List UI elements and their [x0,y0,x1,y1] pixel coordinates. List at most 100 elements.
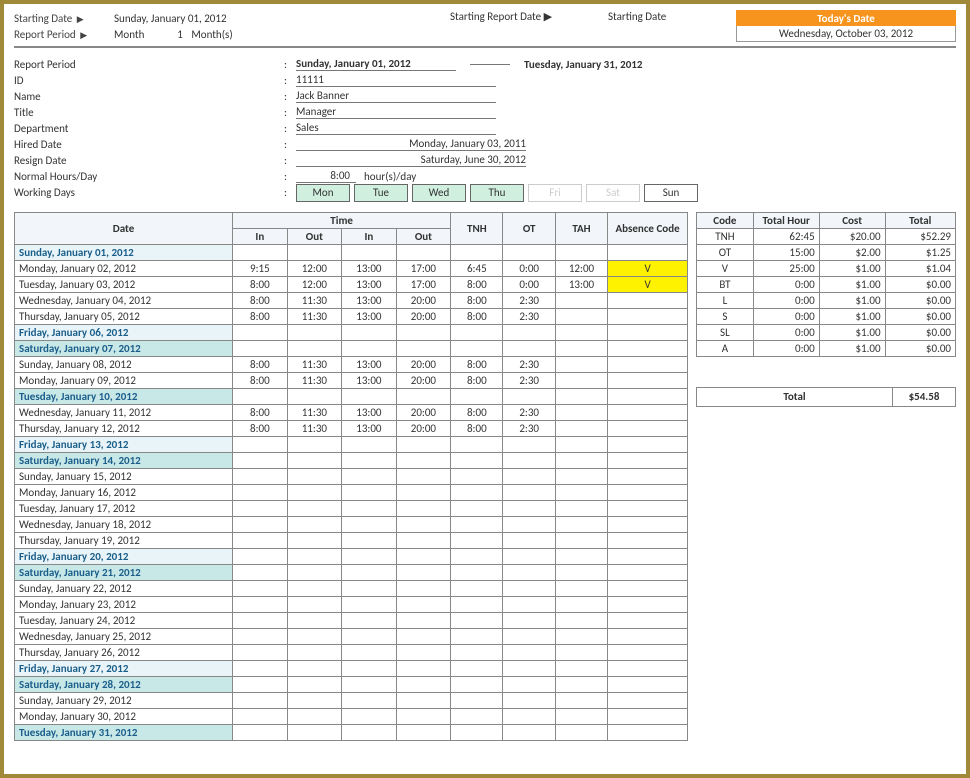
in-cell[interactable] [342,533,397,549]
in-cell[interactable] [342,613,397,629]
ot-cell[interactable] [503,693,555,709]
ot-cell[interactable] [503,645,555,661]
in-cell[interactable]: 13:00 [342,309,397,325]
ot-cell[interactable]: 2:30 [503,309,555,325]
ot-cell[interactable]: 2:30 [503,293,555,309]
in-cell[interactable] [233,485,288,501]
day-mon[interactable]: Mon [296,184,350,202]
absence-code-cell[interactable] [608,309,688,325]
out-cell[interactable] [287,693,342,709]
period-number[interactable]: 1 [153,28,183,41]
tnh-cell[interactable] [451,725,503,741]
tnh-cell[interactable] [451,389,503,405]
out-cell[interactable]: 20:00 [396,293,451,309]
tah-cell[interactable] [555,389,607,405]
absence-code-cell[interactable] [608,501,688,517]
out-cell[interactable]: 11:30 [287,373,342,389]
in-cell[interactable] [342,565,397,581]
in-cell[interactable] [233,613,288,629]
in-cell[interactable]: 13:00 [342,261,397,277]
tah-cell[interactable] [555,533,607,549]
tah-cell[interactable] [555,341,607,357]
meta-id-value[interactable]: 11111 [296,73,496,87]
ot-cell[interactable] [503,533,555,549]
tnh-cell[interactable]: 8:00 [451,277,503,293]
in-cell[interactable] [233,629,288,645]
tah-cell[interactable] [555,469,607,485]
in-cell[interactable] [233,389,288,405]
in-cell[interactable] [233,597,288,613]
tnh-cell[interactable]: 8:00 [451,405,503,421]
tah-cell[interactable] [555,693,607,709]
ot-cell[interactable] [503,677,555,693]
out-cell[interactable] [396,501,451,517]
out-cell[interactable]: 11:30 [287,357,342,373]
tah-cell[interactable] [555,725,607,741]
ot-cell[interactable] [503,485,555,501]
in-cell[interactable] [233,549,288,565]
out-cell[interactable] [396,325,451,341]
out-cell[interactable] [287,245,342,261]
out-cell[interactable] [287,533,342,549]
ot-cell[interactable] [503,437,555,453]
tah-cell[interactable] [555,485,607,501]
out-cell[interactable] [396,533,451,549]
ot-cell[interactable] [503,341,555,357]
tah-cell[interactable]: 13:00 [555,277,607,293]
out-cell[interactable] [396,693,451,709]
ot-cell[interactable]: 0:00 [503,261,555,277]
in-cell[interactable] [233,533,288,549]
in-cell[interactable] [342,469,397,485]
tnh-cell[interactable] [451,629,503,645]
out-cell[interactable] [396,709,451,725]
out-cell[interactable] [396,597,451,613]
day-sun[interactable]: Sun [644,184,698,202]
absence-code-cell[interactable] [608,549,688,565]
out-cell[interactable]: 11:30 [287,293,342,309]
in-cell[interactable] [342,677,397,693]
in-cell[interactable]: 8:00 [233,293,288,309]
out-cell[interactable] [396,245,451,261]
in-cell[interactable] [233,501,288,517]
in-cell[interactable] [342,581,397,597]
out-cell[interactable] [396,341,451,357]
in-cell[interactable] [233,725,288,741]
meta-department-value[interactable]: Sales [296,121,496,135]
in-cell[interactable] [233,677,288,693]
out-cell[interactable] [287,565,342,581]
out-cell[interactable] [396,485,451,501]
ot-cell[interactable] [503,597,555,613]
ot-cell[interactable] [503,661,555,677]
absence-code-cell[interactable] [608,245,688,261]
meta-name-value[interactable]: Jack Banner [296,89,496,103]
tah-cell[interactable] [555,293,607,309]
ot-cell[interactable] [503,469,555,485]
absence-code-cell[interactable] [608,389,688,405]
out-cell[interactable] [287,677,342,693]
in-cell[interactable]: 8:00 [233,309,288,325]
tah-cell[interactable] [555,629,607,645]
in-cell[interactable]: 8:00 [233,373,288,389]
out-cell[interactable] [287,549,342,565]
absence-code-cell[interactable] [608,405,688,421]
tah-cell[interactable] [555,565,607,581]
in-cell[interactable]: 8:00 [233,277,288,293]
absence-code-cell[interactable] [608,565,688,581]
in-cell[interactable] [342,517,397,533]
out-cell[interactable]: 11:30 [287,421,342,437]
tnh-cell[interactable]: 8:00 [451,357,503,373]
out-cell[interactable] [396,661,451,677]
out-cell[interactable] [396,437,451,453]
in-cell[interactable] [342,597,397,613]
out-cell[interactable] [287,341,342,357]
tnh-cell[interactable]: 8:00 [451,373,503,389]
out-cell[interactable] [396,549,451,565]
in-cell[interactable]: 13:00 [342,421,397,437]
in-cell[interactable] [233,565,288,581]
in-cell[interactable]: 13:00 [342,293,397,309]
in-cell[interactable] [233,517,288,533]
out-cell[interactable] [287,501,342,517]
ot-cell[interactable]: 2:30 [503,357,555,373]
day-thu[interactable]: Thu [470,184,524,202]
out-cell[interactable]: 20:00 [396,421,451,437]
